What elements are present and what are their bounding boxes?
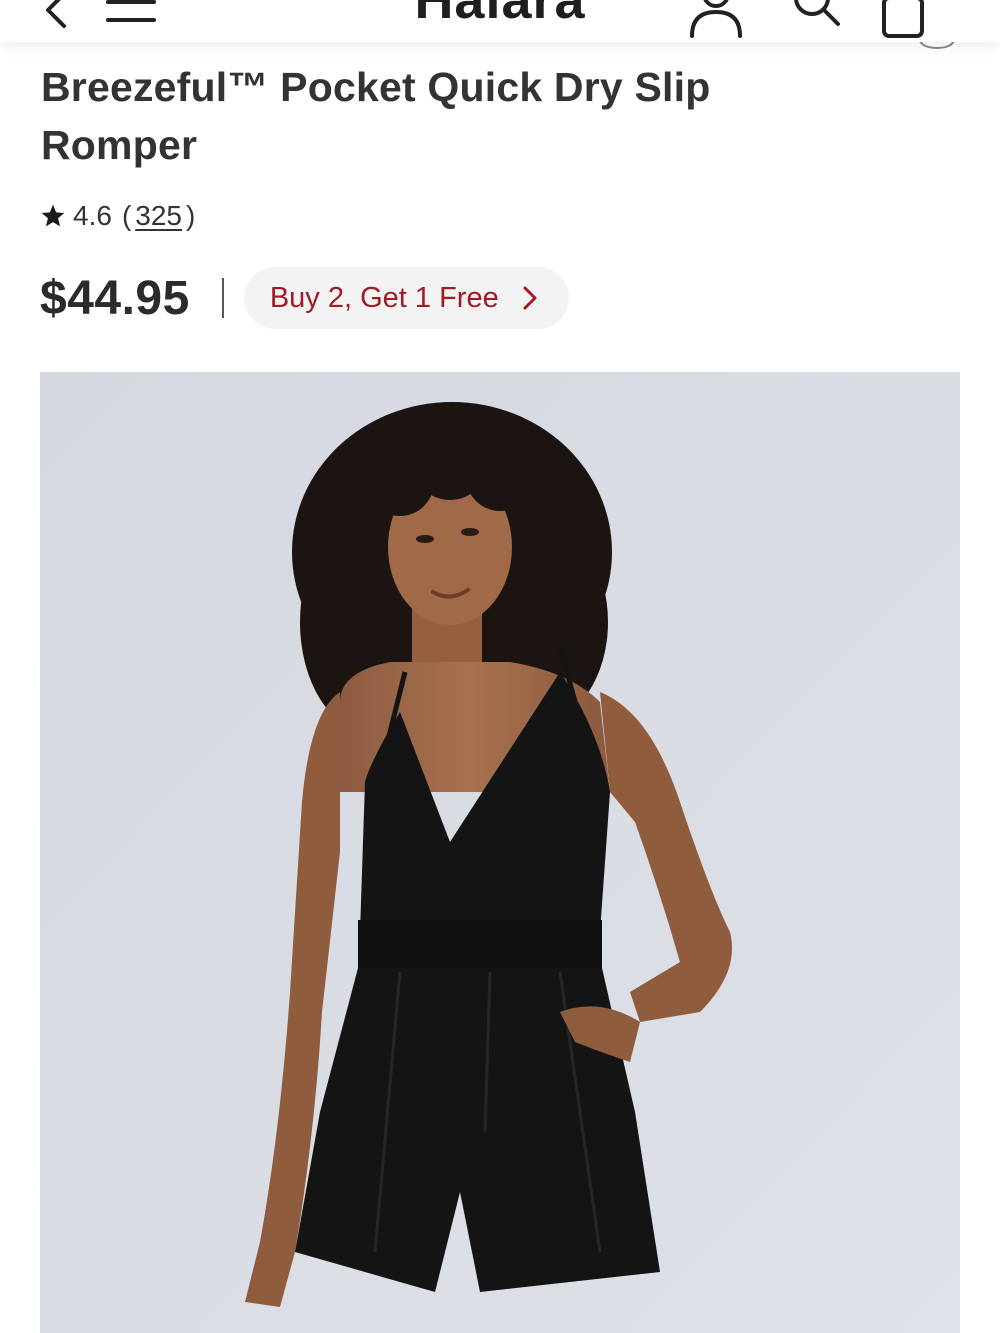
product-title: Breezeful™ Pocket Quick Dry Slip Romper [41, 64, 711, 168]
top-navigation-bar: Halara [0, 0, 1000, 42]
price-row: $44.95 Buy 2, Get 1 Free [40, 266, 569, 330]
rating-paren-open: ( [121, 200, 132, 231]
product-image[interactable] [40, 372, 960, 1333]
rating-value: 4.6 [73, 200, 112, 231]
model-photo [40, 372, 960, 1333]
account-icon[interactable] [686, 0, 746, 38]
rating-paren-close: ) [185, 200, 196, 231]
search-icon[interactable] [788, 0, 844, 36]
price-divider [221, 278, 224, 318]
product-price: $44.95 [40, 271, 190, 325]
product-page: Halara Breezeful™ Pocket Quick Dry Slip … [0, 0, 1000, 1333]
review-count-link[interactable]: 325 [135, 200, 182, 232]
brand-logo[interactable]: Halara [0, 0, 1000, 30]
promotion-button[interactable]: Buy 2, Get 1 Free [243, 267, 569, 329]
product-rating: 4.6 ( 325 ) [40, 197, 199, 235]
chevron-right-icon [523, 286, 537, 310]
promotion-label: Buy 2, Get 1 Free [269, 281, 499, 314]
star-icon [41, 204, 65, 227]
bag-icon[interactable] [878, 0, 928, 40]
